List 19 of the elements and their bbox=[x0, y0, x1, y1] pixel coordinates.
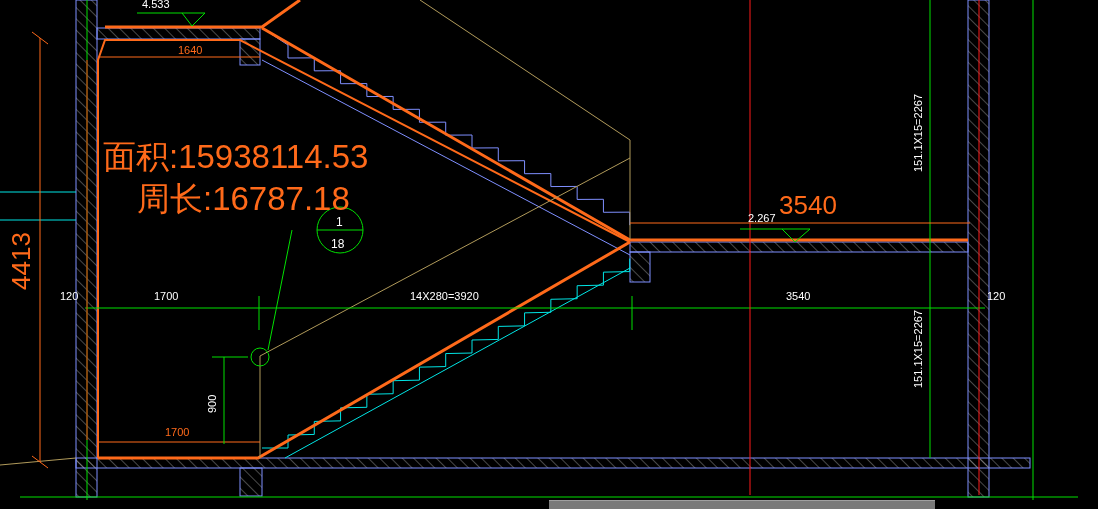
sheet-number: 18 bbox=[331, 237, 345, 251]
elevation-text: 4.533 bbox=[142, 0, 170, 10]
dimension-text: 4413 bbox=[6, 232, 36, 290]
dimension-text: 120 bbox=[60, 290, 79, 302]
area-text: 面积:15938114.53 bbox=[103, 138, 369, 175]
dimension-text: 151.1X15=2267 bbox=[912, 94, 924, 172]
dimension-text: 151.1X15=2267 bbox=[912, 310, 924, 388]
dimension-text: 1700 bbox=[165, 426, 190, 438]
dimension-text: 1700 bbox=[154, 290, 179, 302]
perimeter-text: 周长:16787.18 bbox=[137, 180, 350, 217]
dimension-text: 14X280=3920 bbox=[410, 290, 479, 302]
dimension-text: 900 bbox=[206, 394, 218, 413]
dimension-text: 3540 bbox=[786, 290, 811, 302]
dimension-text: 120 bbox=[987, 290, 1006, 302]
horizontal-scrollbar[interactable] bbox=[549, 500, 935, 509]
detail-number: 1 bbox=[336, 215, 343, 229]
dimension-text: 1640 bbox=[178, 44, 203, 56]
elevation-text: 2.267 bbox=[748, 212, 776, 224]
dimension-text: 3540 bbox=[779, 190, 837, 220]
